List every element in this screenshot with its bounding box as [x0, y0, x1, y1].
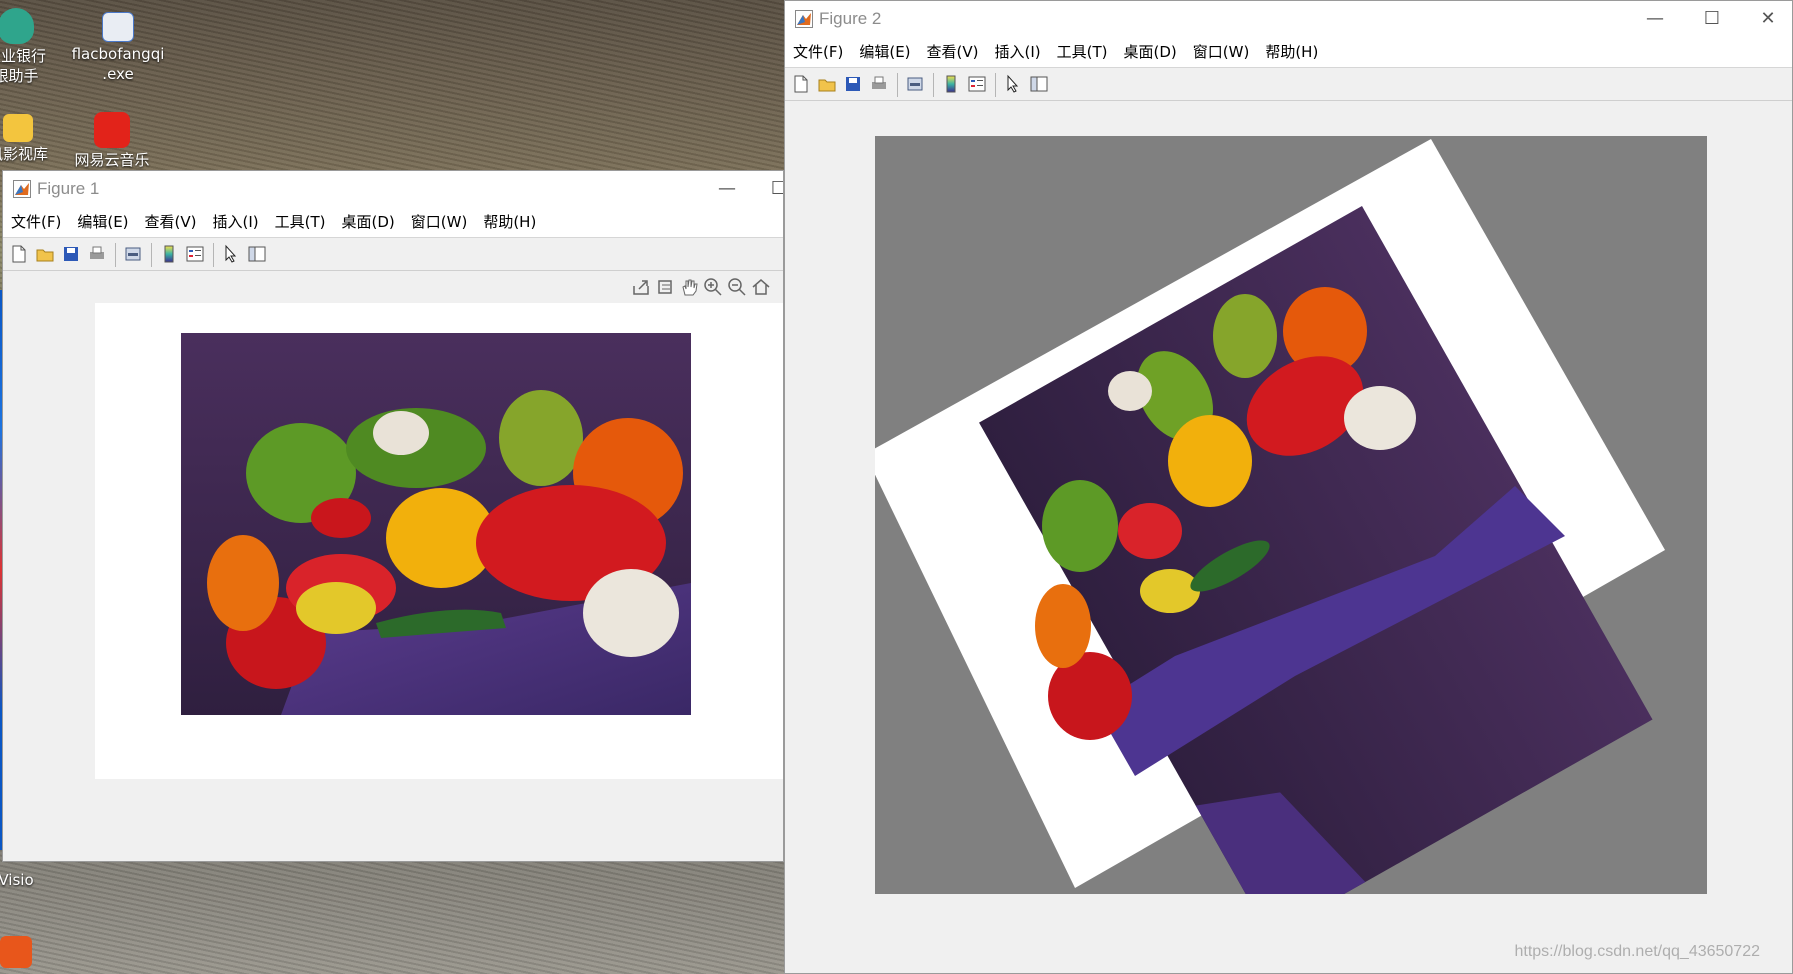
menu-help[interactable]: 帮助(H) — [475, 207, 544, 237]
desktop-icon-label: 农业银行 — [0, 47, 46, 65]
netease-music-icon — [94, 112, 130, 148]
figure2-menubar: 文件(F) 编辑(E) 查看(V) 插入(I) 工具(T) 桌面(D) 窗口(W) 帮助(H) — [785, 37, 1792, 68]
figure2-toolbar — [785, 68, 1792, 101]
menu-insert[interactable]: 插入(I) — [205, 207, 267, 237]
zoom-in-icon[interactable] — [703, 277, 723, 297]
menu-view[interactable]: 查看(V) — [919, 37, 987, 67]
brush-icon[interactable] — [655, 277, 675, 297]
figure2-window[interactable]: Figure 2 — ☐ ✕ 文件(F) 编辑(E) 查看(V) 插入(I) 工具(T)… — [784, 0, 1793, 974]
desktop-icon-visio[interactable]: Visio — [0, 870, 56, 890]
print-icon[interactable] — [869, 74, 889, 94]
menu-insert[interactable]: 插入(I) — [987, 37, 1049, 67]
print-icon[interactable] — [87, 244, 107, 264]
desktop-icon-video-library[interactable]: 讯影视库 — [0, 114, 58, 164]
matlab-logo-icon — [13, 180, 31, 198]
legend-icon[interactable] — [185, 244, 205, 264]
home-icon[interactable] — [751, 277, 771, 297]
close-button[interactable]: ✕ — [1748, 7, 1788, 31]
open-folder-icon[interactable] — [35, 244, 55, 264]
menu-edit[interactable]: 编辑(E) — [851, 37, 918, 67]
legend-icon[interactable] — [967, 74, 987, 94]
menu-tools[interactable]: 工具(T) — [1049, 37, 1116, 67]
figure1-window[interactable]: Figure 1 — ☐ 文件(F)编辑(E)查看(V)插入(I)工具(T)桌面… — [2, 170, 784, 862]
desktop-icon-label: Visio — [0, 871, 34, 889]
desktop-icon-abc-bank[interactable]: 农业银行 银助手 — [0, 8, 56, 86]
desktop-icon-label: 银助手 — [0, 67, 39, 85]
menu-tools[interactable]: 工具(T) — [267, 207, 334, 237]
minimize-button[interactable]: — — [707, 177, 747, 201]
figure1-menubar: 文件(F) 编辑(E) 查看(V) 插入(I) 工具(T) 桌面(D) 窗口(W) 帮助(H) — [3, 207, 783, 238]
toolbar-separator — [995, 73, 996, 97]
toolbar-separator — [897, 73, 898, 97]
menu-view[interactable]: 查看(V) — [137, 207, 205, 237]
export-icon[interactable] — [631, 277, 651, 297]
menu-file[interactable]: 文件(F) — [3, 207, 69, 237]
exe-file-icon — [102, 12, 134, 42]
figure1-axes[interactable] — [95, 303, 783, 779]
print-preview-icon[interactable] — [905, 74, 925, 94]
menu-file[interactable]: 文件(F) — [785, 37, 851, 67]
figure1-titlebar[interactable]: Figure 1 — ☐ — [3, 171, 783, 207]
figure2-axes[interactable] — [875, 136, 1707, 894]
menu-edit[interactable]: 编辑(E) — [69, 207, 136, 237]
window-title: Figure 1 — [37, 179, 100, 198]
menu-window[interactable]: 窗口(W) — [1185, 37, 1258, 67]
figure2-titlebar[interactable]: Figure 2 — ☐ ✕ — [785, 1, 1792, 37]
zoom-out-icon[interactable] — [727, 277, 747, 297]
desktop-icon-label: .exe — [102, 65, 134, 83]
matlab-logo-icon — [795, 10, 813, 28]
minimize-button[interactable]: — — [1635, 7, 1675, 31]
new-file-icon[interactable] — [9, 244, 29, 264]
desktop-icon-netease-music[interactable]: 网易云音乐 — [72, 112, 152, 170]
maximize-button[interactable]: ☐ — [1692, 7, 1732, 31]
new-file-icon[interactable] — [791, 74, 811, 94]
desktop-icon-label: flacbofangqi — [71, 45, 165, 63]
property-editor-icon[interactable] — [1029, 74, 1049, 94]
desktop-icon-label: 讯影视库 — [0, 145, 48, 163]
pointer-icon[interactable] — [221, 244, 241, 264]
menu-window[interactable]: 窗口(W) — [403, 207, 476, 237]
shield-icon — [0, 8, 34, 44]
property-editor-icon[interactable] — [247, 244, 267, 264]
desktop-icon-label: 网易云音乐 — [74, 151, 150, 169]
toolbar-separator — [115, 243, 116, 267]
folder-icon — [3, 114, 33, 142]
save-icon[interactable] — [61, 244, 81, 264]
colorbar-icon[interactable] — [159, 244, 179, 264]
desktop-icon-flacbofangqi[interactable]: flacbofangqi .exe — [68, 12, 168, 84]
pan-hand-icon[interactable] — [679, 277, 699, 297]
peppers-image — [181, 333, 691, 715]
figure1-toolbar — [3, 238, 783, 271]
colorbar-icon[interactable] — [941, 74, 961, 94]
window-title: Figure 2 — [819, 9, 882, 28]
save-icon[interactable] — [843, 74, 863, 94]
toolbar-separator — [151, 243, 152, 267]
maximize-button[interactable]: ☐ — [759, 177, 783, 201]
print-preview-icon[interactable] — [123, 244, 143, 264]
menu-desktop[interactable]: 桌面(D) — [334, 207, 403, 237]
toolbar-separator — [213, 243, 214, 267]
watermark-text: https://blog.csdn.net/qq_43650722 — [1514, 943, 1760, 960]
menu-desktop[interactable]: 桌面(D) — [1116, 37, 1185, 67]
menu-help[interactable]: 帮助(H) — [1257, 37, 1326, 67]
taskbar-app-icon[interactable] — [0, 936, 32, 968]
toolbar-separator — [933, 73, 934, 97]
open-folder-icon[interactable] — [817, 74, 837, 94]
pointer-icon[interactable] — [1003, 74, 1023, 94]
